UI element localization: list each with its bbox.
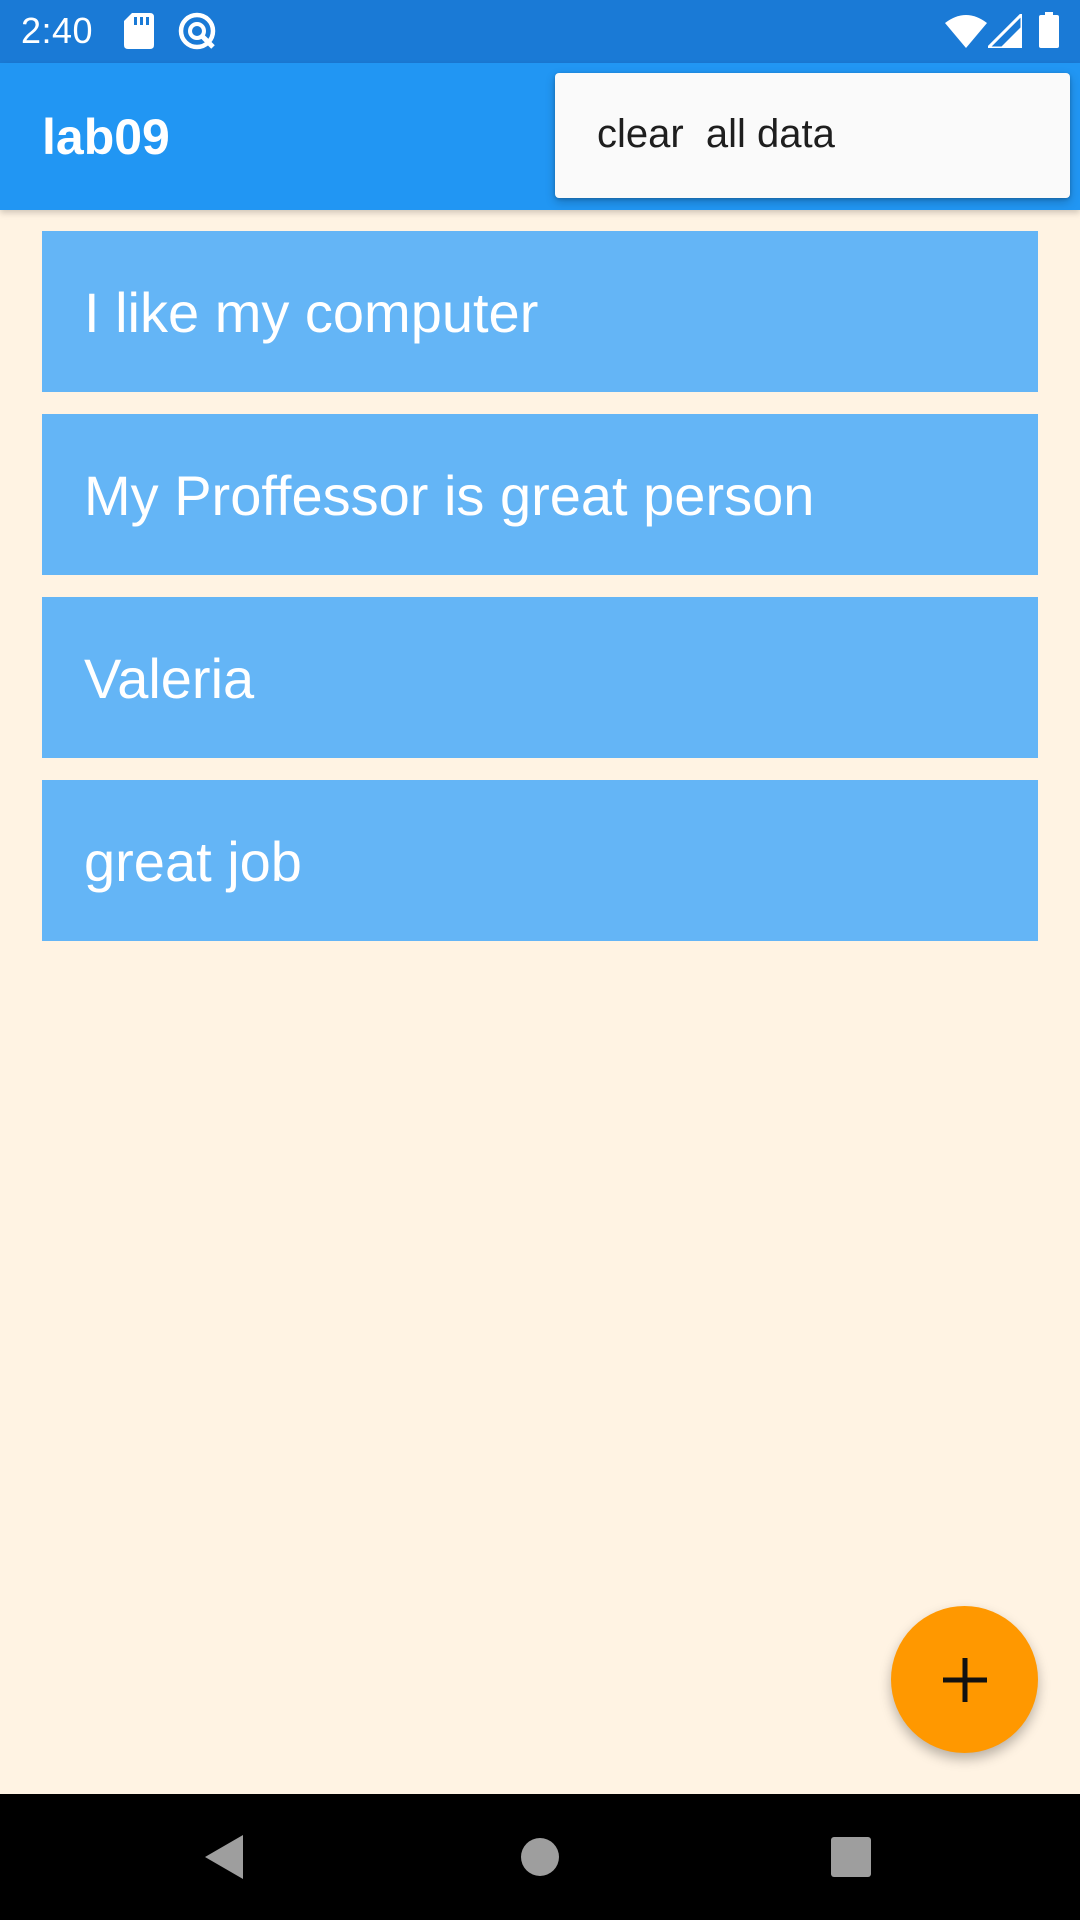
list-item[interactable]: My Proffessor is great person [42,414,1038,575]
status-time: 2:40 [21,10,94,51]
recents-icon[interactable] [831,1837,871,1877]
menu-item-clear-all-data[interactable]: clear all data [597,109,835,159]
overflow-menu: clear all data [555,73,1070,198]
back-icon[interactable] [205,1835,245,1879]
note-list: I like my computer My Proffessor is grea… [42,231,1038,963]
navigation-bar [0,1794,1080,1920]
sd-card-icon [124,13,154,49]
status-bar: 2:40 [0,0,1080,63]
add-icon [942,1657,987,1702]
list-item[interactable]: great job [42,780,1038,941]
list-item-text: My Proffessor is great person [84,464,815,527]
sync-icon [178,12,216,50]
list-item[interactable]: Valeria [42,597,1038,758]
home-icon[interactable] [520,1837,560,1877]
list-item[interactable]: I like my computer [42,231,1038,392]
list-item-text: I like my computer [84,281,539,344]
signal-icon [988,14,1022,48]
add-button[interactable] [891,1606,1038,1753]
wifi-icon [945,15,987,48]
app-title: lab09 [42,109,170,165]
list-item-text: Valeria [84,647,255,710]
list-item-text: great job [84,830,302,893]
battery-icon [1039,12,1059,48]
